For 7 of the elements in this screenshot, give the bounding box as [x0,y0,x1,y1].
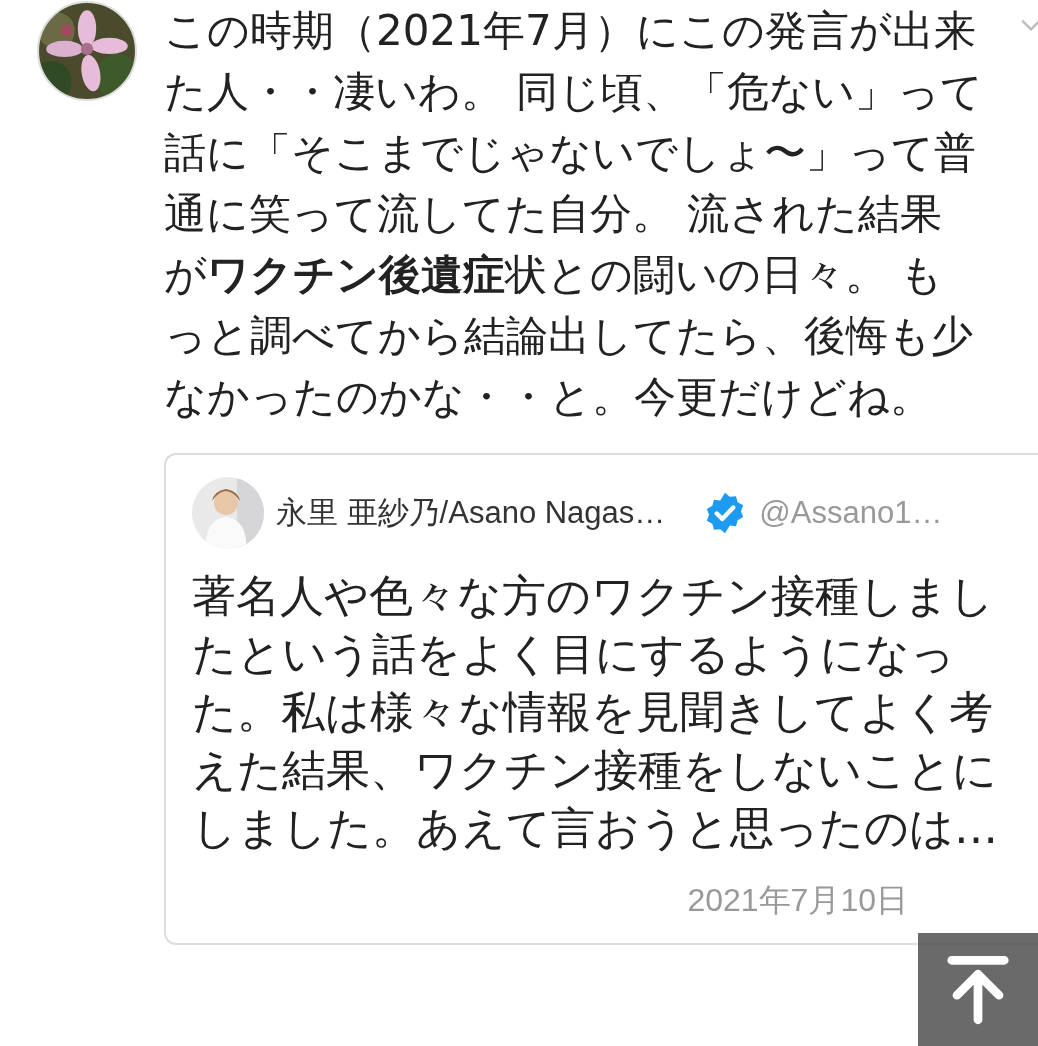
scroll-to-top-button[interactable] [918,933,1038,1046]
quoted-post-text: 著名人や色々な方のワクチン接種しましたという話をよく目にするようになった。私は様々な情報を見聞きしてよく考えた結果、ワクチン接種をしないことにしました。あえて言おうと思ったのは… [192,569,999,855]
quoted-post-card[interactable]: 永里 亜紗乃/Asano Nagas… @Assano1… 著名人や色々な方のワクチン接種しましたという話をよく目にするようになった。私は様々な情報を見聞きしてよく考えた結果、ワクチン接種をしないことにしました。あえて言おうと思ったのは… 2021年7月10日 [164,453,1038,945]
post-text: この時期（2021年7月）にこの発言が出来た人・・凄いわ。 同じ頃、「危ない」って話に「そこまでじゃないでしょ〜」って普通に笑って流してた自分。 流された結果がワクチン後遺症状との闘いの日々。 もっと調べてから結論出してたら、後悔も少なかったのかな・・と。今更だけどね。 [164,5,984,423]
author-name: 永里 亜紗乃/Asano Nagas… [276,494,666,532]
post-date: 2021年7月10日 [686,881,909,920]
author-handle: @Assano1… [759,495,943,531]
